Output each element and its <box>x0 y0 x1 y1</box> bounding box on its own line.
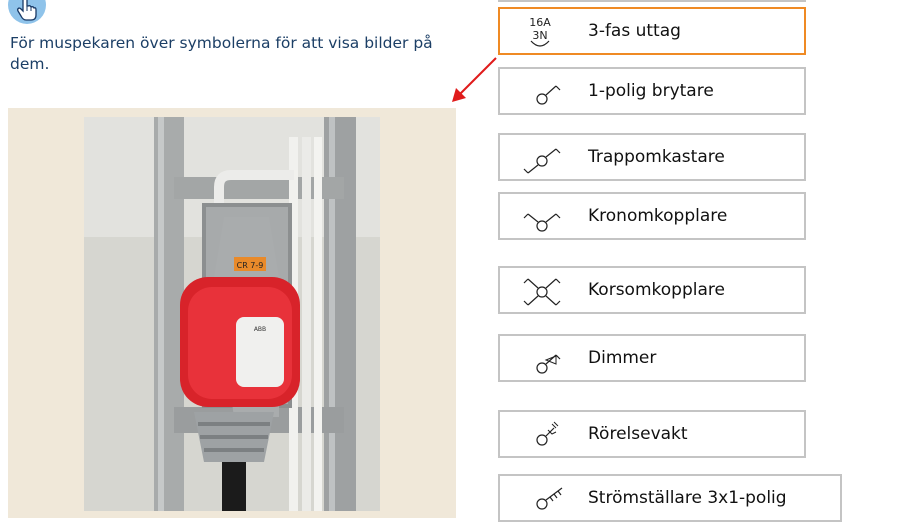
symbol-label: Strömställare 3x1-polig <box>588 488 787 508</box>
symbol-label: Kronomkopplare <box>588 206 728 226</box>
symbol-label: Korsomkopplare <box>588 280 725 300</box>
dimmer-symbol-icon <box>536 354 561 374</box>
motion-sensor-symbol-icon <box>536 421 559 446</box>
symbol-button-trappomkastare[interactable]: Trappomkastare <box>498 133 806 181</box>
triple-pole-switch-symbol-icon <box>536 487 563 510</box>
photo-sticker-text: CR 7-9 <box>237 261 264 270</box>
instruction-text: För muspekaren över symbolerna för att v… <box>10 34 433 73</box>
symbol-label: Dimmer <box>588 348 657 368</box>
svg-text:3N: 3N <box>532 29 547 42</box>
symbol-button-3-fas-uttag[interactable]: 16A 3N 3-fas uttag <box>498 7 806 55</box>
chandelier-switch-symbol-icon <box>523 213 561 232</box>
cross-switch-symbol-icon <box>523 278 561 306</box>
single-pole-switch-symbol-icon <box>536 85 561 105</box>
staircase-switch-symbol-icon <box>523 148 561 174</box>
symbol-label: Rörelsevakt <box>588 424 688 444</box>
hand-pointer-icon <box>8 0 46 24</box>
symbol-button-kronomkopplare[interactable]: Kronomkopplare <box>498 192 806 240</box>
symbol-label: 1-polig brytare <box>588 81 714 101</box>
photo-label-text: ABB <box>254 326 266 333</box>
symbol-button-1-polig-brytare[interactable]: 1-polig brytare <box>498 67 806 115</box>
symbol-label: 3-fas uttag <box>588 21 681 41</box>
symbol-button-stromstallare-3x1-polig[interactable]: Strömställare 3x1-polig <box>498 474 842 522</box>
three-phase-outlet-symbol-icon: 16A 3N <box>529 16 551 47</box>
symbol-button-korsomkopplare[interactable]: Korsomkopplare <box>498 266 806 314</box>
list-top-border <box>498 0 806 2</box>
symbol-label: Trappomkastare <box>588 147 725 167</box>
symbol-button-dimmer[interactable]: Dimmer <box>498 334 806 382</box>
svg-text:16A: 16A <box>529 16 551 29</box>
outlet-photo: CR 7-9 ABB <box>84 117 380 511</box>
symbol-button-rorelsevakt[interactable]: Rörelsevakt <box>498 410 806 458</box>
